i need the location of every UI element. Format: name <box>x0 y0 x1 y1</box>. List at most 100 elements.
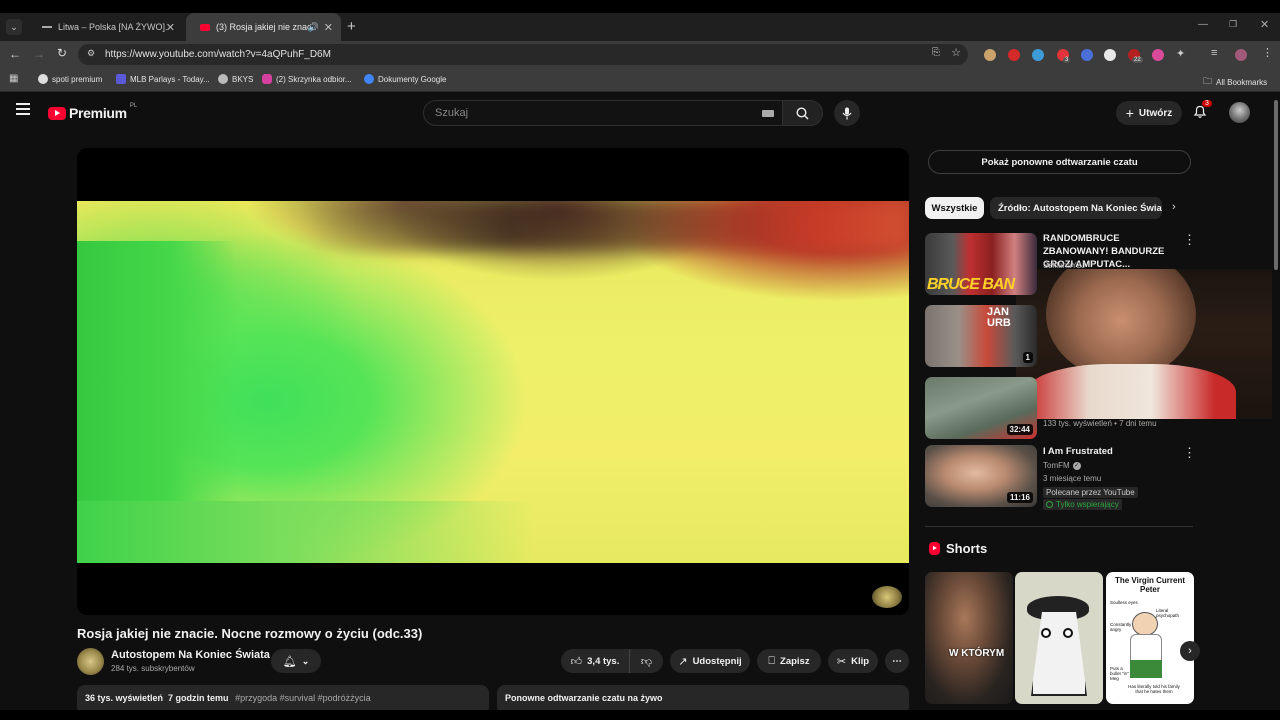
channel-name[interactable]: Autostopem Na Koniec Świata <box>111 649 270 661</box>
bookmark-item[interactable]: MLB Parlays - Today... <box>116 74 210 84</box>
profile-avatar[interactable] <box>1235 49 1247 61</box>
chip-all[interactable]: Wszystkie <box>925 197 984 219</box>
short-thumbnail[interactable]: The Virgin Current Peter Soulless eyes L… <box>1106 572 1194 704</box>
url-field[interactable]: ⚙ https://www.youtube.com/watch?v=4aQPuh… <box>78 44 968 65</box>
video-frame <box>77 201 909 563</box>
thumbs-down-icon: 👎︎ <box>640 655 653 668</box>
views-and-date: 36 tys. wyświetleń 7 godzin temu <box>85 693 229 703</box>
bookmark-icon: ⎕ <box>768 654 776 667</box>
related-video-channel[interactable]: TomFM ✓ <box>1043 461 1081 470</box>
related-video-date: 3 miesiące temu <box>1043 474 1102 483</box>
related-video-thumbnail[interactable]: JAN URB 1 <box>925 305 1037 367</box>
search-button[interactable] <box>782 100 823 126</box>
apps-grid-icon[interactable]: ▦ <box>9 73 18 84</box>
more-actions-button[interactable]: ⋯ <box>885 649 909 673</box>
chevron-right-icon[interactable]: › <box>1172 201 1176 213</box>
channel-watermark[interactable] <box>872 586 902 608</box>
extension-icon[interactable] <box>1081 49 1093 61</box>
page-scrollbar[interactable] <box>1272 92 1280 710</box>
back-button[interactable]: ← <box>9 47 21 61</box>
bookmark-label: Dokumenty Google <box>378 74 447 84</box>
save-button[interactable]: ⎕ Zapisz <box>757 649 821 673</box>
short-thumbnail[interactable]: W KTÓRYM <box>925 572 1013 704</box>
extensions-puzzle-icon[interactable]: ✦ <box>1176 47 1185 60</box>
thumbs-up-icon: 👍︎ <box>570 655 583 668</box>
dislike-button[interactable]: 👎︎ <box>629 649 663 673</box>
notifications-button[interactable]: 3 <box>1193 100 1212 119</box>
clip-button[interactable]: ✂ Klip <box>828 649 878 673</box>
bookmark-item[interactable]: Dokumenty Google <box>364 74 446 84</box>
reading-list-icon[interactable]: ≡ <box>1211 47 1217 59</box>
tab-active[interactable]: (3) Rosja jakiej nie znacie. N 🔊 ✕ <box>186 13 341 41</box>
minimize-button[interactable]: — <box>1198 19 1208 30</box>
video-duration: 32:44 <box>1006 424 1033 435</box>
bookmark-item[interactable]: spoti premium <box>38 74 102 84</box>
install-icon[interactable]: ⎘ <box>932 47 940 58</box>
video-player[interactable] <box>77 148 909 615</box>
url-text: https://www.youtube.com/watch?v=4aQPuhF_… <box>105 49 331 60</box>
extension-icon[interactable] <box>1008 49 1020 61</box>
channel-avatar[interactable] <box>77 648 104 675</box>
youtube-logo[interactable]: Premium PL <box>48 103 137 121</box>
share-button[interactable]: ↗ Udostępnij <box>670 649 750 673</box>
speaker-icon[interactable]: 🔊 <box>308 22 319 33</box>
logo-text: Premium <box>69 105 127 121</box>
extension-icon[interactable] <box>1032 49 1044 61</box>
like-button[interactable]: 👍︎ 3,4 tys. <box>561 649 629 673</box>
subscription-bell-button[interactable]: 🔔︎ ⌄ <box>271 649 321 673</box>
site-info-icon[interactable]: ⚙ <box>87 48 95 59</box>
youtube-favicon-icon <box>200 23 210 31</box>
create-button[interactable]: + Utwórz <box>1116 101 1182 125</box>
members-label: Tylko wspierający <box>1056 500 1119 509</box>
short-thumbnail[interactable] <box>1015 572 1103 704</box>
more-vertical-icon[interactable]: ⋮ <box>1183 232 1196 248</box>
close-icon[interactable]: ✕ <box>166 21 175 34</box>
google-icon <box>364 74 374 84</box>
related-video-channel[interactable]: SzklanaY2J <box>1043 261 1085 270</box>
verified-icon: ✓ <box>1072 461 1081 470</box>
tab-favicon-icon <box>42 26 52 28</box>
bookmark-item[interactable]: (2) Skrzynka odbior... <box>262 74 352 84</box>
browser-menu-icon[interactable]: ⋮ <box>1262 46 1273 59</box>
more-vertical-icon[interactable]: ⋮ <box>1183 445 1196 461</box>
voice-search-button[interactable] <box>834 100 860 126</box>
chip-source[interactable]: Źródło: Autostopem Na Koniec Świata <box>990 197 1162 219</box>
chip-label: Wszystkie <box>931 202 978 214</box>
extension-icon[interactable] <box>984 49 996 61</box>
forward-button[interactable]: → <box>33 47 45 61</box>
related-video-stats: 133 tys. wyświetleń • 7 dni temu <box>1043 419 1157 428</box>
search-input[interactable]: Szukaj <box>423 100 783 126</box>
tab-label: (3) Rosja jakiej nie znacie. N <box>216 22 314 32</box>
tab-inactive[interactable]: Litwa – Polska [NA ŻYWO]. Tran ✕ <box>28 13 183 41</box>
related-video-title[interactable]: I Am Frustrated <box>1043 445 1178 458</box>
channel-name: TomFM <box>1043 461 1070 470</box>
extension-icon[interactable] <box>1152 49 1164 61</box>
bookmark-star-icon[interactable]: ☆ <box>951 46 961 59</box>
related-video-thumbnail[interactable]: BRUCE BAN <box>925 233 1037 295</box>
related-video-thumbnail[interactable]: 32:44 <box>925 377 1037 439</box>
shorts-next-button[interactable]: › <box>1180 641 1200 661</box>
tab-search-button[interactable]: ⌄ <box>6 19 22 35</box>
menu-icon[interactable] <box>16 103 30 115</box>
close-window-button[interactable]: ✕ <box>1260 18 1269 31</box>
bookmark-item[interactable]: BKYS <box>218 74 253 84</box>
webcam-overlay <box>1016 269 1280 419</box>
new-tab-button[interactable]: + <box>347 18 356 35</box>
youtube-header: Premium PL Szukaj + Utwórz 3 <box>0 92 1270 132</box>
extension-icon[interactable] <box>1104 49 1116 61</box>
short-caption: The Virgin Current Peter <box>1114 576 1186 594</box>
members-icon <box>1046 501 1053 508</box>
show-chat-replay-button[interactable]: Pokaż ponowne odtwarzanie czatu <box>928 150 1191 174</box>
clip-label: Klip <box>851 655 870 667</box>
plus-icon: + <box>1125 105 1134 121</box>
all-bookmarks[interactable]: 🗀 All Bookmarks <box>1203 74 1267 90</box>
restore-button[interactable]: ❐ <box>1229 19 1237 30</box>
close-icon[interactable]: ✕ <box>324 21 333 34</box>
keyboard-icon[interactable] <box>762 110 774 117</box>
search-placeholder: Szukaj <box>435 107 469 119</box>
related-video-thumbnail[interactable]: 11:16 <box>925 445 1037 507</box>
meme-label: Soulless eyes <box>1110 600 1138 605</box>
hashtags[interactable]: #przygoda #survival #podróżżycia <box>235 693 371 703</box>
reload-button[interactable]: ↻ <box>57 46 67 60</box>
account-avatar[interactable] <box>1229 102 1250 123</box>
